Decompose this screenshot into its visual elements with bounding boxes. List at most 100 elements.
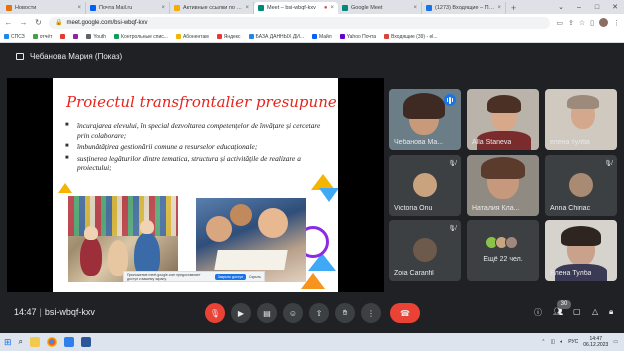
- children-library-photo: [68, 196, 178, 282]
- volume-icon[interactable]: 🔈︎: [560, 339, 563, 345]
- maximize-icon[interactable]: □: [588, 4, 606, 11]
- address-bar[interactable]: 🔒 meet.google.com/bsi-wbqf-kxv: [49, 16, 551, 29]
- menu-icon[interactable]: ⋮: [613, 19, 620, 27]
- bookmark-icon: [174, 5, 180, 11]
- close-icon[interactable]: ×: [77, 5, 81, 11]
- lock-icon[interactable]: 🔒: [55, 19, 62, 26]
- bookmark-item[interactable]: Яндекс: [216, 34, 241, 40]
- toolbar-icons: ▭ ⇪ ☆ ▯ ⋮: [556, 18, 620, 27]
- leave-call-button[interactable]: ☎︎: [390, 303, 420, 323]
- close-icon[interactable]: ×: [245, 5, 249, 11]
- decor-triangle: [58, 183, 72, 193]
- presenter-header: Чебанова Мария (Показ): [0, 44, 624, 68]
- reload-icon[interactable]: ↻: [34, 18, 43, 27]
- bookmark-item[interactable]: отчёт: [32, 34, 52, 40]
- minimize-icon[interactable]: –: [570, 4, 588, 11]
- system-clock[interactable]: 14:47 06.12.2023: [583, 336, 608, 348]
- participant-tile[interactable]: Наталия Кла...: [467, 155, 539, 216]
- close-window-icon[interactable]: ✕: [606, 3, 624, 11]
- bookmarks-bar: СПСЗ отчёт Youth Контрольные спис... Або…: [0, 31, 624, 43]
- participant-name: Victoria Onu: [394, 205, 433, 212]
- participant-video: [481, 157, 525, 179]
- os-taskbar: ⊞ ⌕ ⌃ ◫ 🔈︎ РУС 14:47 06.12.2023 ▭: [0, 333, 624, 351]
- participant-tile[interactable]: 🎙︎̸ Zoia Caranfil: [389, 220, 461, 281]
- browser-tab[interactable]: Google Meet ×: [338, 2, 422, 14]
- close-icon[interactable]: ×: [497, 5, 501, 11]
- stop-sharing-button[interactable]: Закрыть доступ: [214, 273, 247, 280]
- camera-icon[interactable]: ▭: [556, 19, 563, 27]
- slide-bullet: îmbunătățirea gestionării comune a resur…: [63, 142, 325, 152]
- sidebar-icon[interactable]: ▯: [590, 19, 594, 27]
- forward-icon[interactable]: →: [19, 18, 28, 27]
- captions-button[interactable]: ▤: [257, 303, 277, 323]
- star-icon[interactable]: ☆: [579, 19, 585, 27]
- speaking-indicator-icon: [444, 94, 456, 106]
- bookmark-item[interactable]: СПСЗ: [4, 34, 25, 40]
- child-figure: [206, 216, 232, 242]
- info-icon[interactable]: ⓘ: [534, 307, 542, 318]
- activities-icon[interactable]: △: [592, 307, 598, 316]
- participant-tile[interactable]: Alla Staneva: [467, 89, 539, 150]
- participant-avatar: [413, 173, 437, 197]
- bookmark-item[interactable]: Yahoo Почта: [339, 34, 376, 40]
- word-icon[interactable]: [81, 337, 92, 347]
- bookmark-item[interactable]: Абонентам: [175, 34, 209, 40]
- notifications-icon[interactable]: ▭: [613, 339, 618, 345]
- mic-off-icon: 🎙︎̸: [604, 161, 612, 167]
- browser-tab[interactable]: Почта Mail.ru ×: [86, 2, 170, 14]
- participant-video: [403, 93, 445, 119]
- close-icon[interactable]: ×: [161, 5, 165, 11]
- browser-tab-active[interactable]: Meet – bsi-wbqf-kxv ● ×: [254, 2, 338, 14]
- participant-tile[interactable]: елена тулба: [545, 89, 617, 150]
- chat-icon[interactable]: ▢: [573, 307, 581, 316]
- bookmark-item[interactable]: Контрольные спис...: [114, 34, 168, 40]
- presentation-slide: Proiectul transfrontalier presupune: înc…: [53, 78, 338, 292]
- child-figure: [230, 204, 252, 226]
- meet-icon: [342, 5, 348, 11]
- file-explorer-icon[interactable]: [30, 337, 41, 347]
- search-icon[interactable]: ⌕: [19, 337, 23, 347]
- slide-bullet: susținerea legăturilor dintre tematica, …: [63, 154, 325, 173]
- raise-hand-button[interactable]: ✋︎: [335, 303, 355, 323]
- present-button[interactable]: ⇧: [309, 303, 329, 323]
- bookmark-item[interactable]: Майл: [311, 34, 332, 40]
- share-icon[interactable]: ⇪: [568, 19, 574, 27]
- more-options-button[interactable]: ⋮: [361, 303, 381, 323]
- language-indicator[interactable]: РУС: [568, 339, 578, 345]
- participant-tile[interactable]: Елена Тулба: [545, 220, 617, 281]
- more-participants-tile[interactable]: Ещё 22 чел.: [467, 220, 539, 281]
- network-icon[interactable]: ◫: [550, 339, 555, 345]
- bookmark-item[interactable]: [73, 34, 79, 39]
- tray-expand-icon[interactable]: ⌃: [541, 339, 545, 345]
- chrome-icon[interactable]: [47, 337, 58, 347]
- captions-icon: ▤: [263, 308, 271, 318]
- mic-toggle-button[interactable]: 🎙︎: [205, 303, 225, 323]
- lock-host-icon[interactable]: 🔒︎: [609, 307, 613, 317]
- bookmark-icon: [73, 34, 79, 39]
- close-icon[interactable]: ×: [413, 5, 417, 11]
- participant-tile[interactable]: Чебанова Ма...: [389, 89, 461, 150]
- windows-start-icon[interactable]: ⊞: [4, 337, 12, 348]
- bookmark-icon: [4, 34, 9, 39]
- screen-share-notice: Приложение meet.google.com предоставляет…: [123, 271, 265, 282]
- browser-tab[interactable]: Активные ссылки по сез...×: [170, 2, 254, 14]
- bookmark-item[interactable]: Youth: [86, 34, 106, 40]
- chevron-down-icon[interactable]: ⌄: [552, 3, 570, 11]
- bookmark-icon: [175, 34, 181, 39]
- reactions-button[interactable]: ☺: [283, 303, 303, 323]
- back-icon[interactable]: ←: [4, 18, 13, 27]
- bookmark-item[interactable]: БАЗА ДАННЫХ ДИ...: [248, 34, 304, 40]
- participant-tile[interactable]: 🎙︎̸ Anna Chiriac: [545, 155, 617, 216]
- hide-notice-button[interactable]: Скрыть: [249, 275, 261, 279]
- browser-tab[interactable]: Новости ×: [2, 2, 86, 14]
- close-icon[interactable]: ×: [330, 5, 334, 11]
- bookmark-item[interactable]: Входящие (39) - el...: [384, 34, 438, 40]
- profile-avatar[interactable]: [599, 18, 608, 27]
- yandex-browser-icon[interactable]: [64, 337, 75, 347]
- bookmark-item[interactable]: [60, 34, 66, 39]
- camera-toggle-button[interactable]: ▶: [231, 303, 251, 323]
- browser-tab[interactable]: (1273) Входящие – Почта ×: [422, 2, 506, 14]
- participant-tile[interactable]: 🎙︎̸ Victoria Onu: [389, 155, 461, 216]
- bookmark-icon: [86, 34, 92, 39]
- new-tab-button[interactable]: +: [506, 2, 521, 14]
